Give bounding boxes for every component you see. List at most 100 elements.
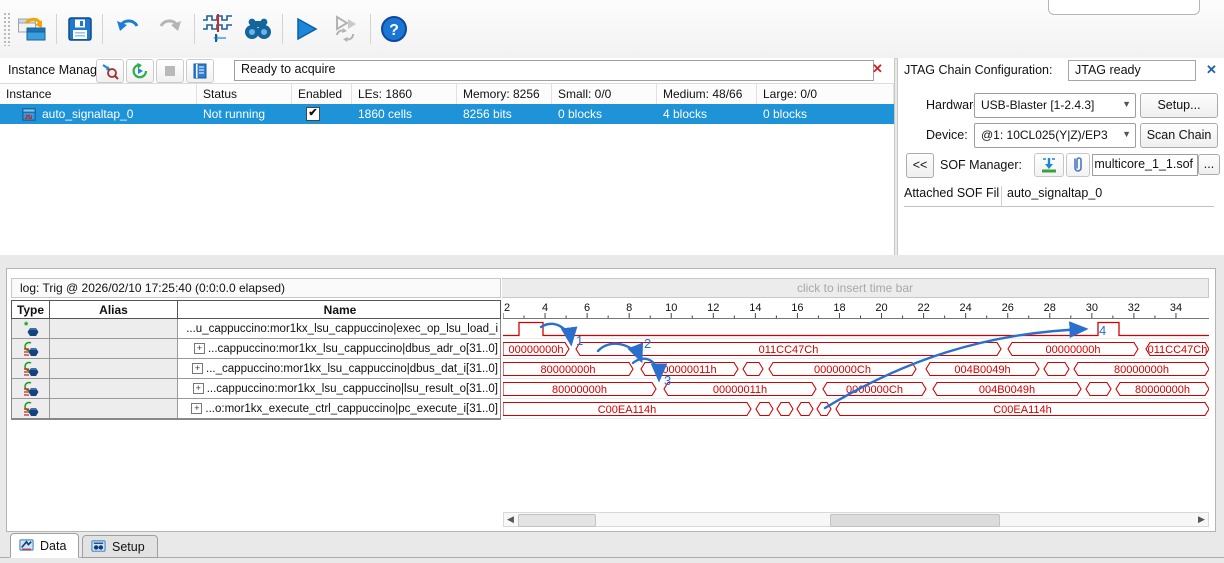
help-icon[interactable]: ? [376, 10, 412, 48]
col-les[interactable]: LEs: 1860 [352, 84, 457, 104]
report-button[interactable] [186, 59, 214, 83]
svg-text:28: 28 [1044, 302, 1056, 314]
run-analysis-button[interactable] [96, 59, 124, 83]
autorun-analysis-button[interactable] [126, 59, 154, 83]
expand-icon[interactable]: + [191, 403, 203, 414]
signal-alias-cell [50, 319, 178, 338]
svg-text:011CC47Ch: 011CC47Ch [759, 344, 819, 356]
signal-name-cell[interactable]: + ...cappuccino:mor1kx_lsu_cappuccino|dbu… [178, 339, 500, 358]
svg-text:24: 24 [960, 302, 972, 314]
svg-text:32: 32 [1128, 302, 1140, 314]
instance-cell[interactable]: auto_signaltap_0 [0, 104, 197, 124]
jtag-chain-pane: JTAG Chain Configuration: JTAG ready ✕ H… [897, 58, 1224, 256]
col-instance[interactable]: Instance [0, 84, 197, 104]
col-name[interactable]: Name [178, 301, 502, 318]
svg-text:C00EA114h: C00EA114h [598, 404, 657, 416]
toolbar-separator [56, 14, 57, 44]
insert-timebar-hint[interactable]: click to insert time bar [502, 278, 1209, 298]
close-jtag-pane-icon[interactable]: ✕ [1206, 62, 1217, 78]
scroll-left-icon[interactable]: ◀ [504, 513, 517, 527]
expand-icon[interactable]: + [192, 383, 204, 394]
signal-alias-cell [50, 379, 178, 398]
col-medium[interactable]: Medium: 48/66 [657, 84, 757, 104]
signal-name-cell[interactable]: + ...cappuccino:mor1kx_lsu_cappuccino|lsu… [178, 379, 500, 398]
signal-row[interactable]: + ...cappuccino:mor1kx_lsu_cappuccino|dbu… [12, 339, 500, 359]
toolbar-search-box[interactable] [1048, 0, 1200, 15]
expand-icon[interactable]: + [193, 343, 205, 354]
hardware-select[interactable]: USB-Blaster [1-2.4.3] ▼ [974, 93, 1136, 118]
attached-sof-row: Attached SOF Fil auto_signaltap_0 [904, 186, 1214, 207]
jtag-status-field: JTAG ready [1068, 60, 1196, 81]
signal-type-cell [12, 339, 50, 358]
svg-text:14: 14 [749, 302, 761, 314]
signal-name-cell[interactable]: ...u_cappuccino:mor1kx_lsu_cappuccino|ex… [178, 319, 500, 338]
svg-text:004B0049h: 004B0049h [954, 364, 1010, 376]
pane-gap [0, 255, 1224, 268]
svg-text:26: 26 [1002, 302, 1014, 314]
stop-analysis-button[interactable] [156, 59, 184, 83]
collapse-sof-button[interactable]: << [906, 153, 934, 178]
bottom-tab-bar: Data Setup [0, 532, 1224, 558]
trigger-position-icon[interactable] [200, 10, 236, 48]
signal-row[interactable]: + ...cappuccino:mor1kx_lsu_cappuccino|lsu… [12, 379, 500, 399]
svg-text:?: ? [389, 22, 399, 39]
browse-sof-button[interactable]: ... [1198, 154, 1220, 175]
tab-data[interactable]: Data [10, 533, 80, 558]
run-analysis-icon[interactable] [288, 10, 324, 48]
tab-data-label: Data [40, 538, 67, 553]
col-alias[interactable]: Alias [50, 301, 178, 318]
program-sof-button[interactable] [1034, 153, 1064, 177]
scrollbar-segment[interactable] [518, 514, 596, 527]
svg-text:80000000h: 80000000h [552, 384, 607, 396]
redo-icon[interactable] [152, 10, 188, 48]
signal-name-cell[interactable]: + ...o:mor1kx_execute_ctrl_cappuccino|pc_… [178, 399, 500, 418]
svg-text:80000000h: 80000000h [1114, 364, 1169, 376]
svg-text:00000000h: 00000000h [508, 344, 563, 356]
setup-button[interactable]: Setup... [1140, 93, 1218, 118]
signal-alias-cell [50, 339, 178, 358]
autorun-analysis-icon[interactable] [328, 10, 364, 48]
col-large[interactable]: Large: 0/0 [757, 84, 894, 104]
svg-text:16: 16 [791, 302, 803, 314]
col-small[interactable]: Small: 0/0 [552, 84, 657, 104]
sof-file-field[interactable]: multicore_1_1.sof [1092, 154, 1198, 176]
toolbar-grip-handle[interactable] [3, 12, 10, 46]
signal-row[interactable]: + ..._cappuccino:mor1kx_lsu_cappuccino|db… [12, 359, 500, 379]
find-icon[interactable] [240, 10, 276, 48]
col-status[interactable]: Status [197, 84, 292, 104]
paperclip-icon [1074, 157, 1082, 172]
attach-sof-button[interactable] [1066, 153, 1090, 177]
signaltap-window: ? Instance Manager: Ready to acquire ✕ I… [0, 0, 1224, 563]
toolbar-separator [194, 14, 195, 44]
scan-chain-button[interactable]: Scan Chain [1140, 123, 1218, 148]
status-cell: Not running [203, 107, 266, 121]
tab-setup[interactable]: Setup [82, 535, 158, 558]
undo-icon[interactable] [110, 10, 146, 48]
waveform-data-pane: log: Trig @ 2026/02/10 17:25:40 (0:0:0.0… [6, 268, 1216, 532]
expand-icon[interactable]: + [192, 363, 204, 374]
bus-node-icon [23, 401, 38, 416]
enabled-checkbox[interactable]: ✔ [306, 107, 320, 121]
svg-text:18: 18 [833, 302, 845, 314]
instance-table-row[interactable]: auto_signaltap_0 Not running ✔ 1860 cell… [0, 104, 894, 124]
signal-row[interactable]: * ...u_cappuccino:mor1kx_lsu_cappuccino|e… [12, 319, 500, 339]
scroll-right-icon[interactable]: ▶ [1195, 513, 1208, 527]
signal-name-cell[interactable]: + ..._cappuccino:mor1kx_lsu_cappuccino|db… [178, 359, 500, 378]
main-toolbar: ? [0, 0, 1224, 59]
scrollbar-thumb[interactable] [830, 514, 1000, 527]
svg-text:2: 2 [644, 336, 651, 351]
col-enabled[interactable]: Enabled [292, 84, 352, 104]
col-type[interactable]: Type [12, 301, 50, 318]
overlay-windows-icon[interactable] [14, 10, 50, 48]
close-instance-manager-icon[interactable]: ✕ [872, 61, 883, 77]
col-memory[interactable]: Memory: 8256 [457, 84, 552, 104]
waveform-horizontal-scrollbar[interactable]: ◀ ▶ [503, 512, 1209, 527]
device-select[interactable]: @1: 10CL025(Y|Z)/EP3 ▼ [974, 123, 1136, 148]
svg-text:22: 22 [917, 302, 929, 314]
signal-row[interactable]: + ...o:mor1kx_execute_ctrl_cappuccino|pc_… [12, 399, 500, 419]
save-icon[interactable] [62, 10, 98, 48]
signal-name-text: ...o:mor1kx_execute_ctrl_cappuccino|pc_e… [205, 402, 498, 415]
svg-text:1: 1 [576, 333, 583, 348]
device-value: @1: 10CL025(Y|Z)/EP3 [981, 128, 1108, 142]
waveform-plot[interactable]: 2 4 6 8 10 12 14 16 18 20 22 24 26 28 30 32 3400000000h 0… [503, 301, 1209, 419]
